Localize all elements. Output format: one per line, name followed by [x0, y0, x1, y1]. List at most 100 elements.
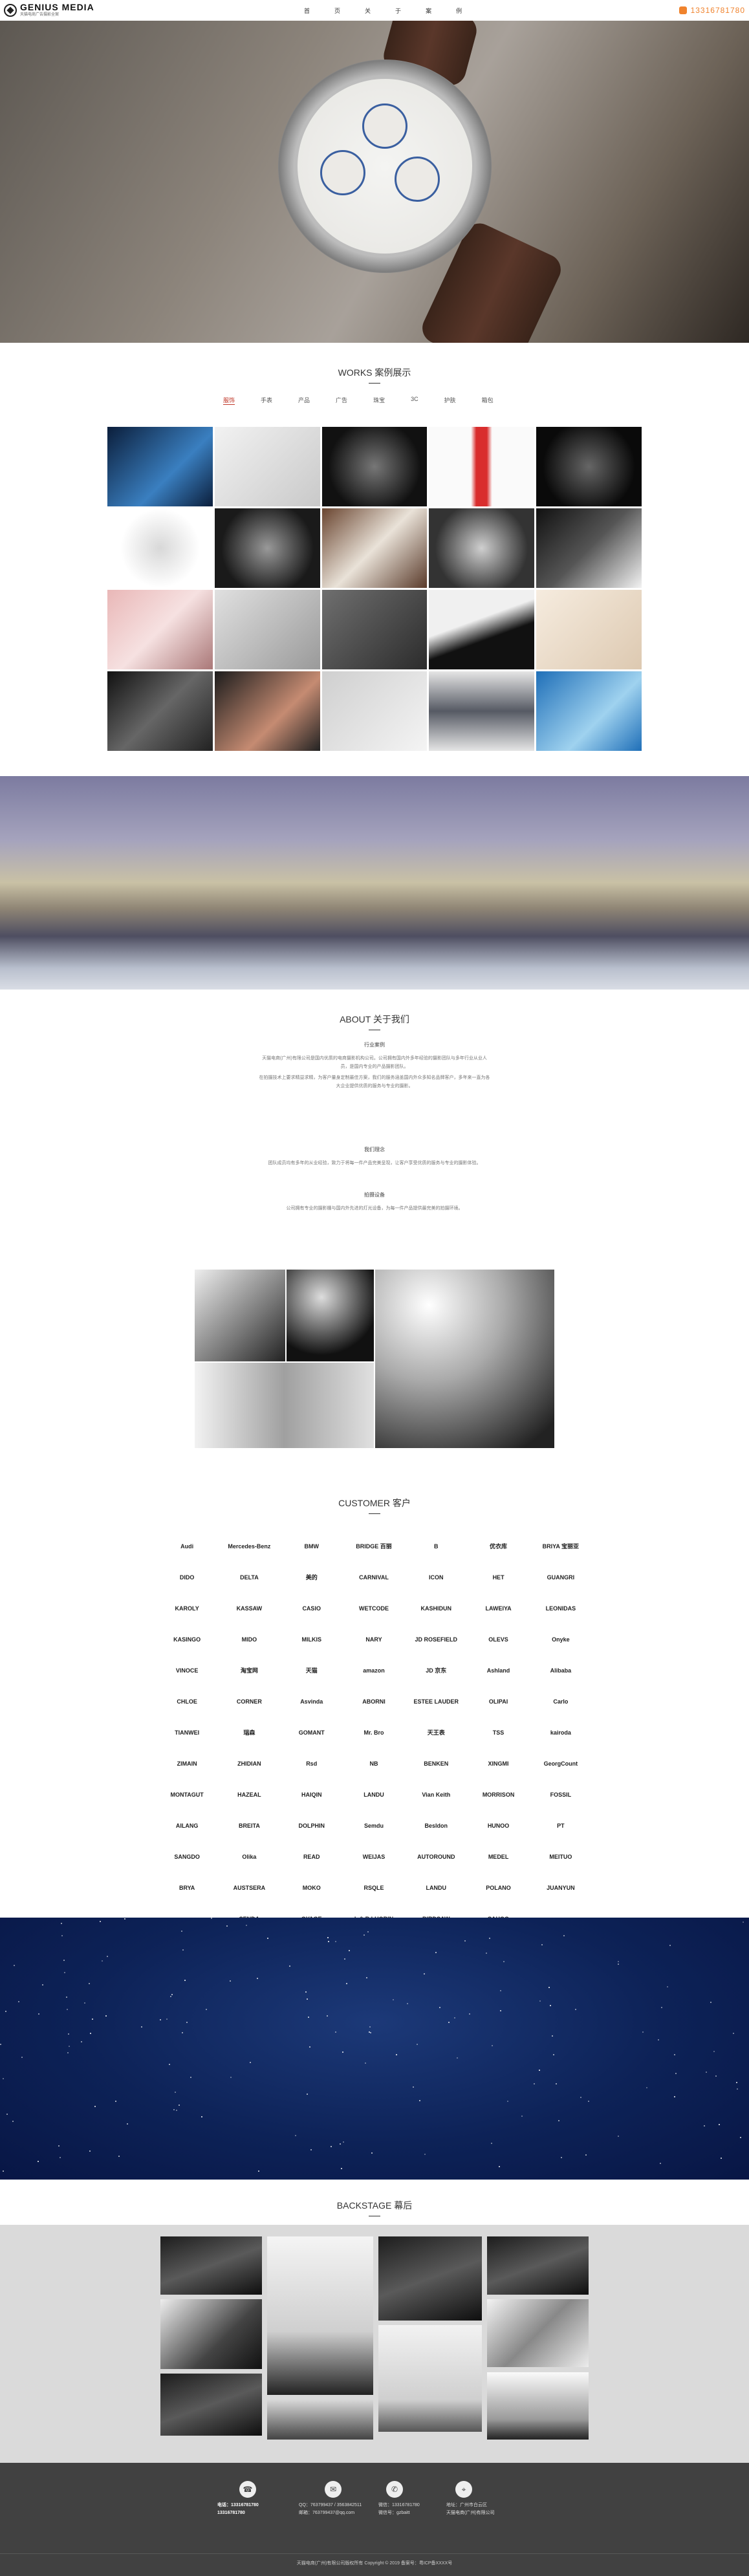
- customer-logo: XINGMI: [488, 1760, 509, 1767]
- nav-item[interactable]: 于: [395, 6, 401, 15]
- customer-logo: HUNOO: [487, 1822, 510, 1829]
- works-image[interactable]: [429, 671, 535, 751]
- star: [205, 2009, 207, 2011]
- star: [342, 2051, 344, 2053]
- works-image[interactable]: [429, 508, 535, 588]
- customer-logo: Rsd: [306, 1760, 318, 1767]
- subdial: [395, 157, 440, 202]
- works-image[interactable]: [429, 590, 535, 669]
- star: [718, 2124, 720, 2126]
- star: [533, 2083, 535, 2084]
- works-tab[interactable]: 箱包: [482, 396, 494, 405]
- works-image[interactable]: [107, 671, 213, 751]
- customer-logo: MEDEL: [488, 1853, 509, 1860]
- works-tab[interactable]: 广告: [336, 396, 347, 405]
- customer-logo: PT: [557, 1822, 565, 1829]
- customer-logo: Audi: [180, 1542, 194, 1550]
- customer-logo: SANGDO: [174, 1853, 200, 1860]
- works-title: WORKS 案例展示: [0, 366, 749, 384]
- star: [184, 1980, 186, 1982]
- customer-logo: CHLOE: [177, 1698, 197, 1705]
- qq-icon: ✉: [325, 2481, 342, 2498]
- works-tab[interactable]: 服饰: [223, 396, 235, 405]
- star: [327, 1937, 329, 1939]
- works-image[interactable]: [536, 671, 642, 751]
- customer-logo: VINOCE: [175, 1667, 199, 1674]
- works-tab[interactable]: 产品: [298, 396, 310, 405]
- studio-photo: [287, 1270, 374, 1361]
- about-heading: 拍摄设备: [364, 1192, 385, 1198]
- customer-logo: BRIDGE 百丽: [356, 1542, 392, 1550]
- star: [3, 2077, 5, 2079]
- nav-item[interactable]: 案: [426, 6, 431, 15]
- star: [506, 2100, 508, 2102]
- nav-item[interactable]: 首: [304, 6, 310, 15]
- works-image[interactable]: [107, 508, 213, 588]
- star: [328, 1940, 330, 1942]
- nav-item[interactable]: 例: [456, 6, 462, 15]
- star: [171, 1994, 173, 1996]
- star: [66, 2009, 68, 2011]
- works-image[interactable]: [536, 508, 642, 588]
- customer-logo: DELTA: [240, 1574, 259, 1581]
- nav-item[interactable]: 关: [365, 6, 371, 15]
- customer-logo: AUTOROUND: [417, 1853, 455, 1860]
- star: [556, 2083, 558, 2085]
- works-image[interactable]: [321, 427, 428, 506]
- star: [124, 1918, 126, 1920]
- site-footer: [0, 2463, 749, 2576]
- customer-logo: GeorgCount: [543, 1760, 578, 1767]
- star: [181, 2032, 183, 2034]
- footer-phone: 电话：13316781780 13316781780: [217, 2502, 259, 2517]
- customer-logo: 天猫: [305, 1667, 318, 1674]
- star: [81, 2041, 83, 2043]
- customer-logo: BENKEN: [424, 1760, 449, 1767]
- customer-logo: CORNER: [236, 1698, 262, 1705]
- works-image[interactable]: [214, 427, 320, 506]
- phone-icon: [678, 6, 687, 14]
- works-image[interactable]: [214, 671, 320, 751]
- star: [669, 1944, 671, 1946]
- works-image[interactable]: [214, 590, 320, 669]
- star: [706, 2072, 708, 2073]
- star: [365, 1976, 367, 1978]
- works-image[interactable]: [214, 508, 320, 588]
- star: [367, 1931, 369, 1932]
- works-image[interactable]: [321, 590, 428, 669]
- works-image[interactable]: [536, 427, 642, 506]
- works-image[interactable]: [107, 427, 213, 506]
- customer-logo: MOKO: [302, 1884, 321, 1891]
- footer-copyright: 天猫电商(广州)有限公司版权所有 Copyright © 2019 备案号：粤I…: [296, 2561, 453, 2566]
- star: [305, 1991, 307, 1993]
- star: [733, 2033, 735, 2035]
- customer-logo: NARY: [365, 1636, 382, 1643]
- star: [140, 2026, 142, 2028]
- hero-banner[interactable]: [0, 21, 749, 343]
- works-tab[interactable]: 珠宝: [373, 396, 385, 405]
- studio-photo: [195, 1363, 374, 1448]
- nav-item[interactable]: 页: [334, 6, 340, 15]
- star: [659, 2163, 661, 2165]
- star: [309, 2046, 311, 2048]
- works-image[interactable]: [536, 590, 642, 669]
- works-image[interactable]: [321, 671, 428, 751]
- star: [675, 2072, 677, 2074]
- star: [469, 2013, 471, 2015]
- star: [710, 2001, 712, 2003]
- works-tab[interactable]: 护肤: [444, 396, 456, 405]
- works-tab[interactable]: 手表: [261, 396, 272, 405]
- customer-logo: NB: [369, 1760, 378, 1767]
- works-tab[interactable]: 3C: [411, 396, 418, 405]
- works-image[interactable]: [107, 590, 213, 669]
- customer-logo: FOSSIL: [550, 1791, 572, 1798]
- works-image[interactable]: [321, 508, 428, 588]
- footer-address-line: 天猫电商(广州)有限公司: [446, 2511, 495, 2515]
- header-phone[interactable]: 13316781780: [678, 6, 745, 15]
- star: [464, 1940, 466, 1942]
- customer-logo: KASHIDUN: [420, 1605, 452, 1612]
- works-image[interactable]: [429, 427, 535, 506]
- customer-logo: BRYA: [179, 1884, 195, 1891]
- logo[interactable]: GENIUS MEDIA 天猫电商广告摄影全案: [4, 3, 94, 17]
- star: [618, 1961, 620, 1963]
- star: [64, 1972, 66, 1974]
